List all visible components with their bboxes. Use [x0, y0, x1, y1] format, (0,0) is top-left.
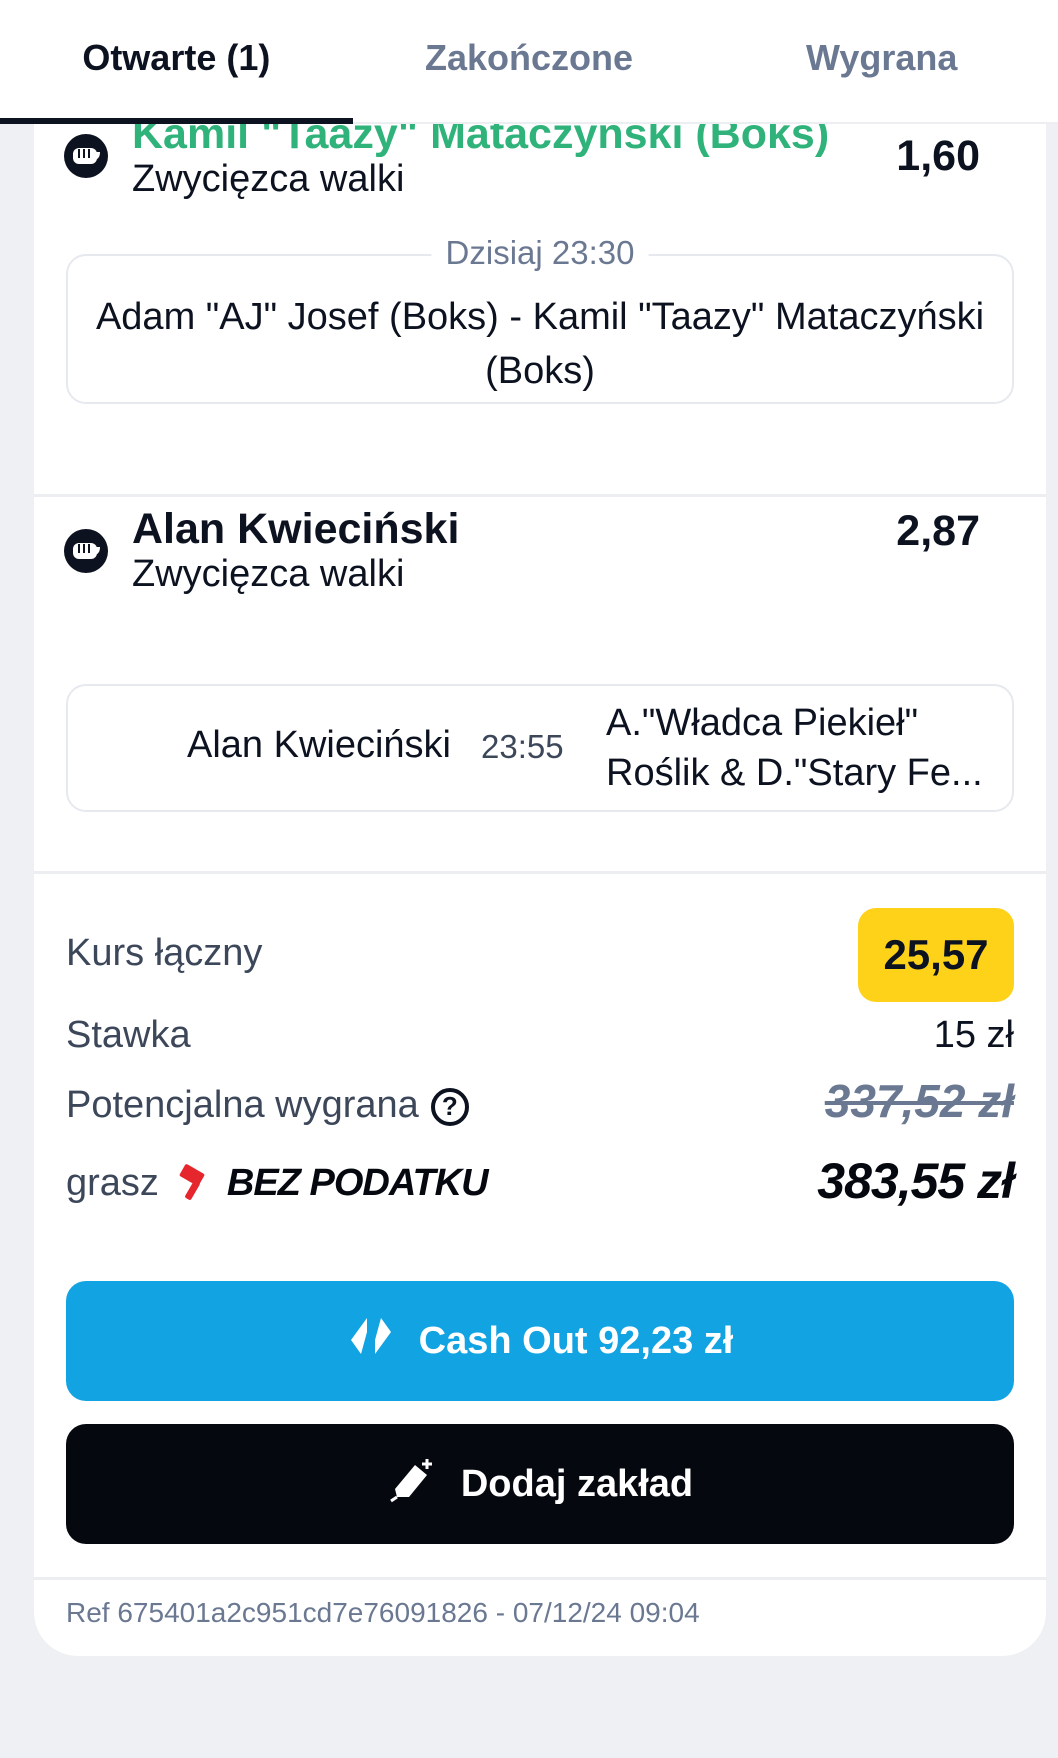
tax-free-row: grasz BEZ PODATKU: [66, 1162, 489, 1205]
gra-label: grasz: [66, 1162, 159, 1204]
cash-out-label: Cash Out 92,23 zł: [418, 1319, 734, 1362]
tab-finished[interactable]: Zakończone: [353, 0, 706, 122]
potential-win-new: 383,55 zł: [817, 1153, 1015, 1209]
bet-slip-card: Kamil "Taazy" Mataczyński (Boks) Zwycięz…: [34, 124, 1046, 1656]
stake-label: Stawka: [66, 1014, 191, 1056]
bet-status-tabs: Otwarte (1) Zakończone Wygrana: [0, 0, 1058, 124]
event-time: 23:55: [481, 728, 564, 765]
stake-value: 15 zł: [933, 1014, 1014, 1056]
event-away-line-1: A."Władca Piekieł": [606, 702, 919, 744]
tax-free-label: BEZ PODATKU: [226, 1162, 489, 1204]
selection-market: Zwycięzca walki: [132, 158, 405, 200]
divider: [34, 494, 1046, 497]
event-away-line-2: Roślik & D."Stary Fe...: [606, 752, 983, 794]
tab-finished-label: Zakończone: [424, 37, 634, 78]
boxing-glove-icon: [64, 134, 108, 178]
event-box-2[interactable]: Alan Kwieciński 23:55 A."Władca Piekieł"…: [66, 684, 1014, 812]
tab-open-label: Otwarte (1): [82, 37, 271, 78]
selection-odds: 1,60: [896, 132, 980, 180]
add-bet-button[interactable]: Dodaj zakład: [66, 1424, 1014, 1544]
selection-name: Kamil "Taazy" Mataczyński (Boks): [132, 124, 830, 158]
tab-won-label: Wygrana: [805, 37, 958, 78]
potential-win-row: Potencjalna wygrana?: [66, 1084, 469, 1127]
bet-reference: Ref 675401a2c951cd7e76091826 - 07/12/24 …: [66, 1597, 700, 1628]
selection-name: Alan Kwieciński: [132, 505, 460, 553]
potential-win-label: Potencjalna wygrana: [66, 1084, 419, 1126]
hammer-icon: [173, 1163, 213, 1204]
selection-market: Zwycięzca walki: [132, 553, 405, 595]
divider: [34, 1577, 1046, 1580]
help-icon[interactable]: ?: [430, 1087, 469, 1126]
divider: [34, 871, 1046, 874]
total-odds-badge: 25,57: [858, 908, 1014, 1002]
event-home-team: Alan Kwieciński: [187, 724, 451, 766]
total-odds-label: Kurs łączny: [66, 932, 263, 974]
event-away-team: A."Władca Piekieł" Roślik & D."Stary Fe.…: [606, 698, 983, 798]
cash-out-icon: [347, 1310, 395, 1372]
selection-odds: 2,87: [896, 507, 980, 555]
add-bet-icon: [387, 1455, 437, 1513]
event-box-1[interactable]: Dzisiaj 23:30 Adam "AJ" Josef (Boks) - K…: [66, 234, 1014, 404]
potential-win-old: 337,52 zł: [824, 1075, 1014, 1127]
boxing-glove-icon: [64, 529, 108, 573]
cash-out-button[interactable]: Cash Out 92,23 zł: [66, 1281, 1014, 1401]
tab-open[interactable]: Otwarte (1): [0, 0, 353, 124]
event-title: Adam "AJ" Josef (Boks) - Kamil "Taazy" M…: [95, 296, 985, 392]
add-bet-label: Dodaj zakład: [460, 1462, 694, 1505]
event-time: Dzisiaj 23:30: [431, 234, 649, 272]
tab-won[interactable]: Wygrana: [705, 0, 1058, 122]
